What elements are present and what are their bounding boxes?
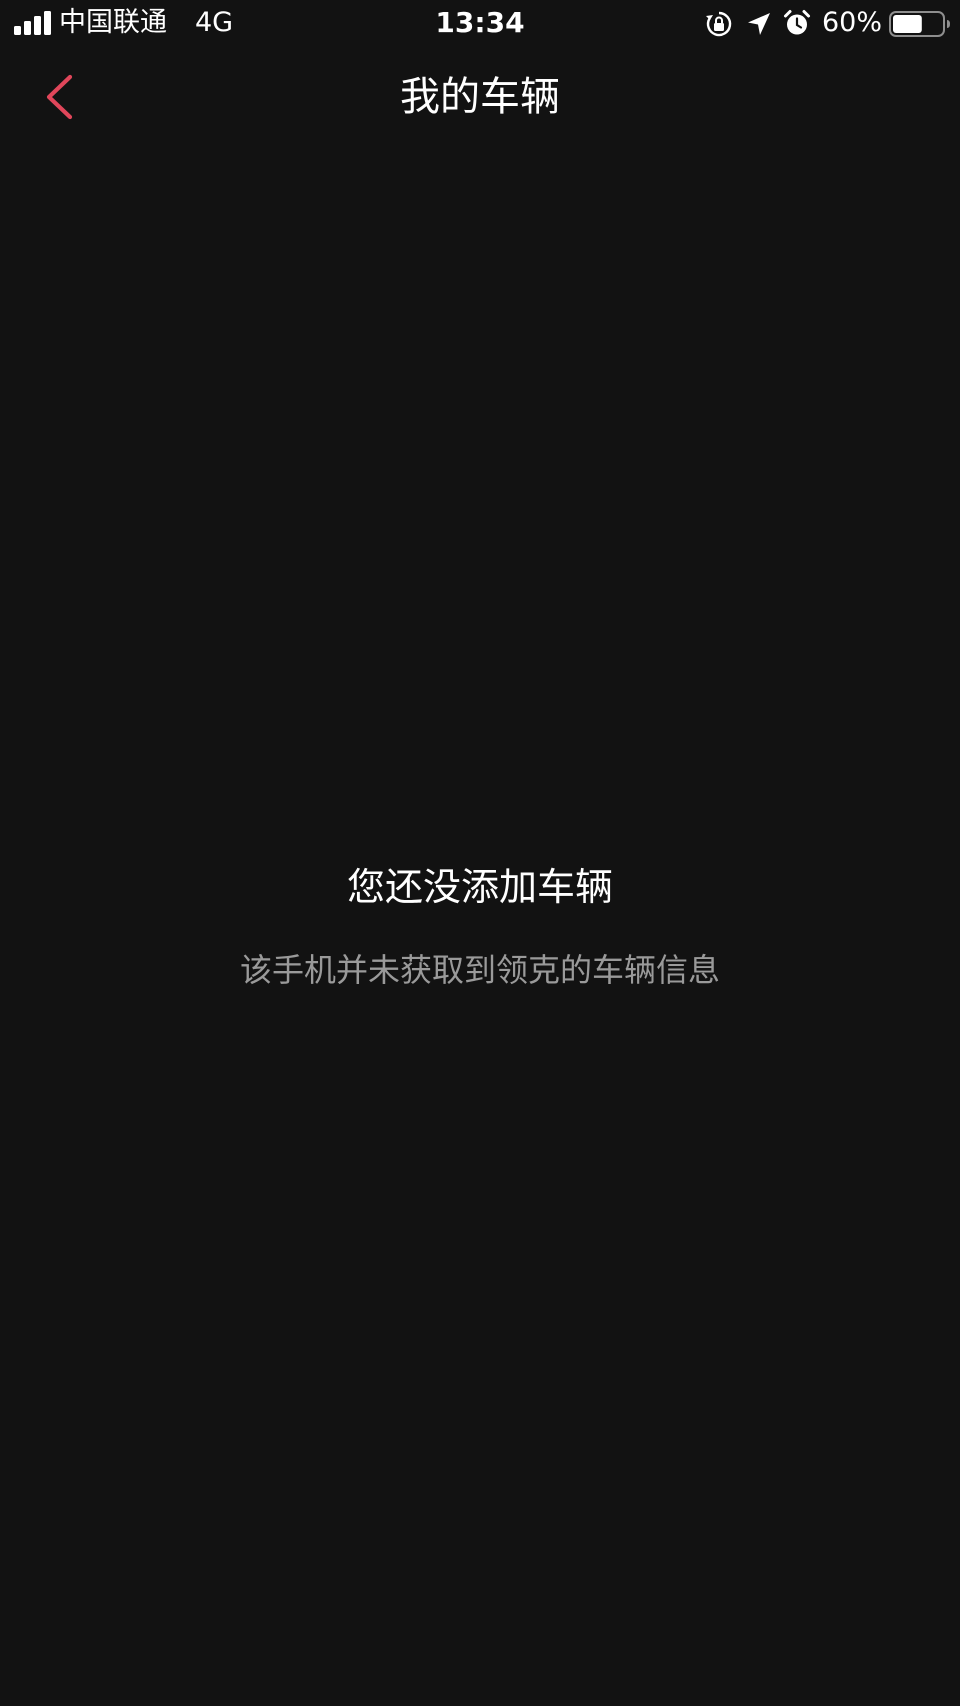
alarm-icon — [784, 10, 810, 35]
network-type: 4G — [195, 7, 234, 38]
chevron-left-icon — [46, 74, 73, 120]
empty-state-description: 该手机并未获取到领克的车辆信息 — [239, 951, 720, 989]
page-title: 我的车辆 — [400, 74, 560, 120]
empty-state-title: 您还没添加车辆 — [346, 865, 613, 909]
status-time: 13:34 — [435, 6, 525, 39]
carrier-name: 中国联通 — [59, 7, 167, 38]
location-icon — [748, 13, 770, 35]
rotation-lock-icon — [706, 11, 732, 37]
back-button[interactable] — [30, 68, 90, 126]
battery-icon — [889, 11, 950, 37]
battery-percentage: 60% — [822, 7, 883, 38]
navigation-bar: 我的车辆 — [0, 48, 960, 144]
signal-icon — [14, 11, 51, 35]
status-bar: 中国联通 4G 13:34 60% — [0, 0, 960, 48]
